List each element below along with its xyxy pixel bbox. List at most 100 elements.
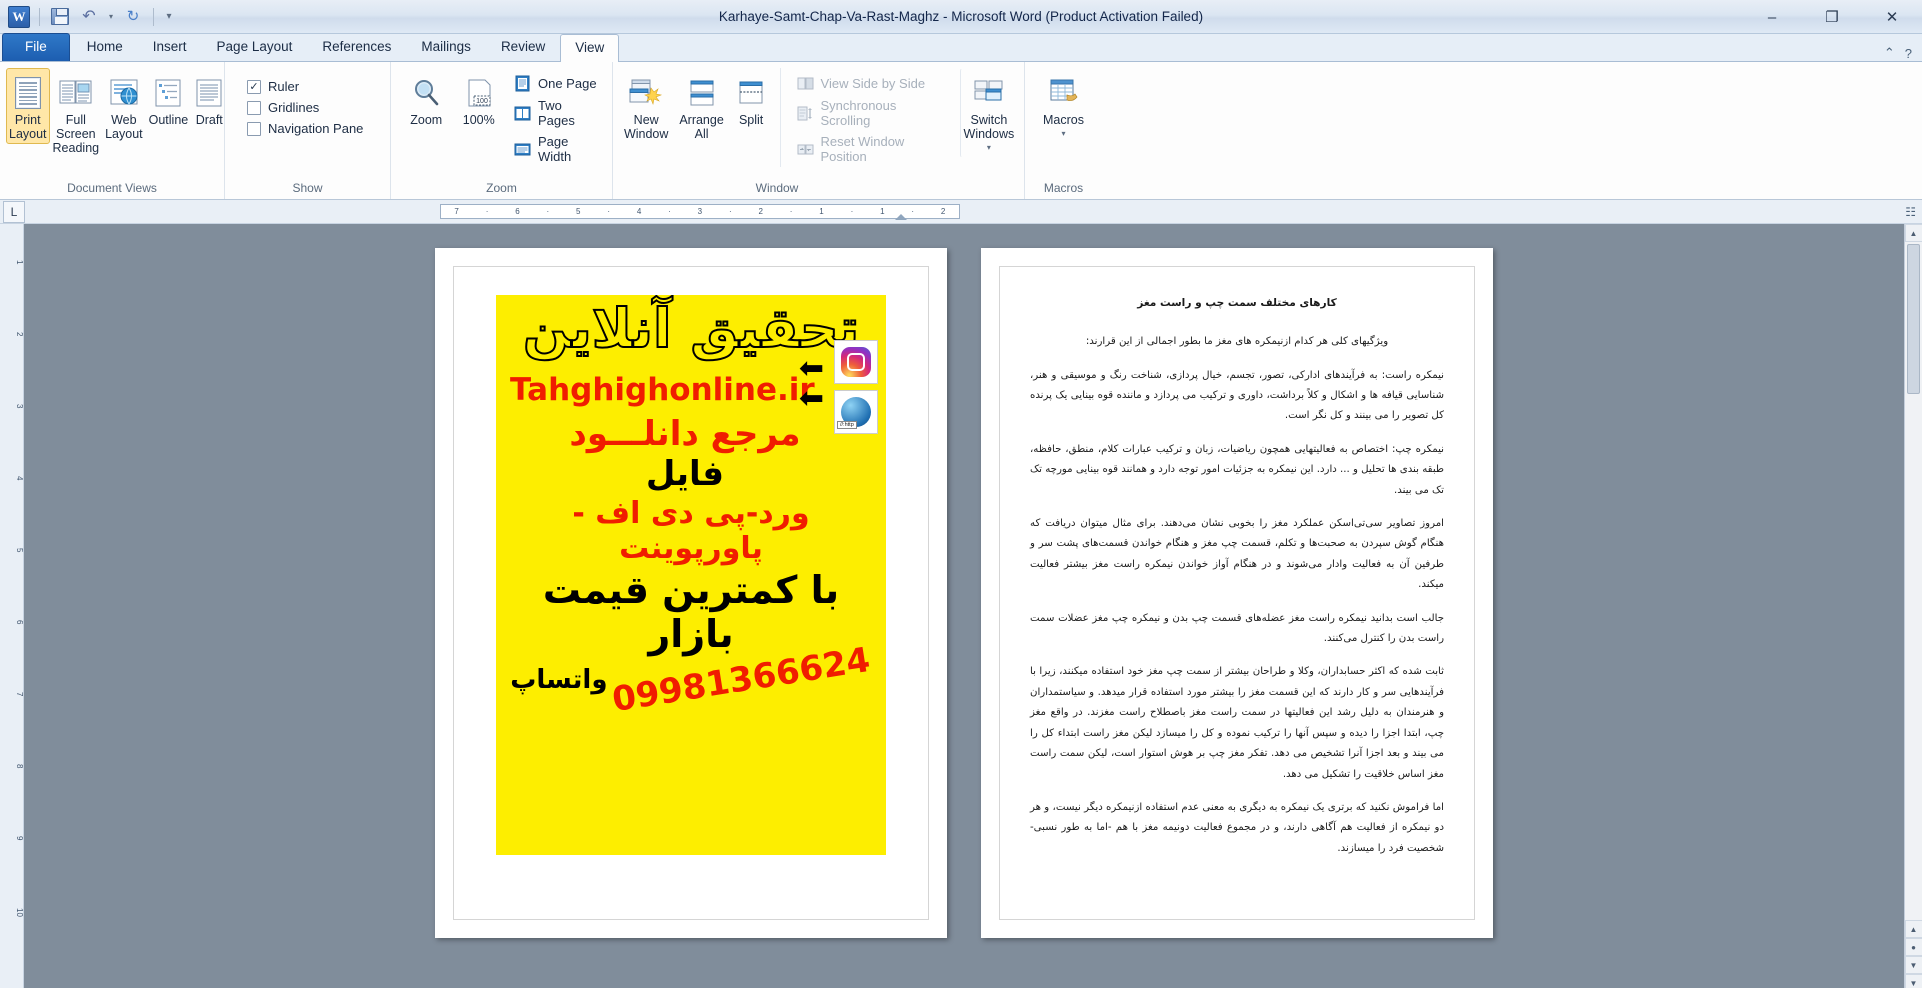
ad-line-4: با کمترین قیمت بازار (542, 567, 840, 656)
close-button[interactable]: ✕ (1862, 0, 1922, 34)
redo-icon[interactable]: ↻ (120, 4, 146, 30)
web-layout-icon (108, 73, 140, 113)
vruler-mark: 8 (15, 764, 24, 769)
undo-dropdown-caret[interactable]: ▾ (105, 4, 117, 30)
vruler-mark: 5 (15, 548, 24, 553)
help-icon[interactable]: ? (1905, 46, 1912, 61)
tab-stop-selector[interactable]: L (3, 200, 25, 223)
ruler-mark: 2 (758, 207, 763, 216)
tab-file[interactable]: File (2, 33, 70, 61)
ribbon: Print Layout Full Screen Reading Web Lay… (0, 62, 1922, 200)
group-label-window: Window (755, 181, 799, 195)
page-width-button[interactable]: Page Width (510, 131, 606, 167)
scrollbar-thumb[interactable] (1907, 244, 1920, 394)
gridlines-checkbox-row[interactable]: Gridlines (243, 97, 323, 118)
instagram-icon[interactable] (834, 339, 878, 384)
tab-insert[interactable]: Insert (138, 33, 202, 61)
new-window-icon (629, 73, 663, 113)
ruler-mark: 1 (880, 207, 885, 216)
arrow-left-icon-2: ⬅ (798, 380, 824, 416)
vertical-ruler[interactable]: 1 2 3 4 5 6 7 8 9 10 (0, 224, 24, 988)
synchronous-scrolling-button: Synchronous Scrolling (793, 95, 953, 131)
navigation-pane-checkbox[interactable] (247, 121, 261, 136)
ruler-checkbox-row[interactable]: ✓ Ruler (243, 76, 303, 97)
document-page-1[interactable]: تحقیق آنلاین Tahghighonline.ir ⬅ ⬅ مرجع … (435, 248, 947, 938)
switch-windows-label: Switch Windows (963, 113, 1015, 141)
ruler-tick: · (728, 207, 732, 216)
ad-headline: تحقیق آنلاین (522, 297, 861, 360)
synchronous-scrolling-label: Synchronous Scrolling (820, 98, 897, 128)
scroll-up-button[interactable]: ▲ (1904, 224, 1922, 242)
ad-contact-row: 09981366624 واتساپ (496, 640, 886, 720)
ad-badges (832, 339, 878, 440)
tab-view[interactable]: View (560, 34, 620, 62)
print-layout-button[interactable]: Print Layout (6, 68, 50, 144)
ruler-checkbox[interactable]: ✓ (247, 79, 261, 94)
macros-button[interactable]: Macros ▾ (1033, 68, 1095, 144)
website-icon[interactable] (834, 389, 878, 434)
tab-home[interactable]: Home (72, 33, 138, 61)
qat-divider (39, 7, 40, 26)
group-label-document-views: Document Views (67, 181, 157, 195)
vruler-mark: 7 (15, 692, 24, 697)
title-bar: W ↶ ▾ ↻ ▾ Karhaye-Samt-Chap-Va-Rast-Magh… (0, 0, 1922, 34)
gridlines-checkbox[interactable] (247, 100, 261, 115)
navigation-pane-checkbox-row[interactable]: Navigation Pane (243, 118, 367, 139)
split-icon (736, 73, 766, 113)
tab-references[interactable]: References (307, 33, 406, 61)
full-screen-reading-button[interactable]: Full Screen Reading (50, 68, 103, 158)
full-screen-reading-label: Full Screen Reading (52, 113, 100, 155)
maximize-button[interactable]: ❐ (1802, 0, 1862, 34)
one-page-button[interactable]: One Page (510, 72, 606, 95)
select-browse-object-button[interactable]: ● (1904, 938, 1922, 956)
arrange-all-button[interactable]: Arrange All (674, 68, 728, 144)
zoom-button[interactable]: Zoom (401, 68, 452, 130)
outline-button[interactable]: Outline (146, 68, 192, 130)
switch-windows-button[interactable]: Switch Windows ▾ (959, 68, 1018, 158)
new-window-button[interactable]: New Window (619, 68, 673, 144)
next-page-button[interactable]: ▼ (1904, 956, 1922, 974)
horizontal-ruler[interactable]: 7 · 6 · 5 · 4 · 3 · 2 · 1 · 1 · 2 (440, 204, 960, 220)
document-work-area: 1 2 3 4 5 6 7 8 9 10 تحقیق آنلاین Tahghi… (0, 224, 1922, 988)
switch-windows-caret[interactable]: ▾ (987, 141, 991, 155)
word-application-icon[interactable]: W (6, 4, 32, 30)
vertical-scrollbar[interactable]: ▲ ▲ ● ▼ ▼ (1904, 224, 1922, 988)
minimize-ribbon-icon[interactable]: ⌃ (1884, 45, 1895, 61)
indent-marker[interactable] (895, 214, 907, 220)
draft-button[interactable]: Draft (191, 68, 227, 130)
document-page-2[interactable]: کارهای مختلف سمت چپ و راست مغز ویژگیهای … (981, 248, 1493, 938)
article-body[interactable]: کارهای مختلف سمت چپ و راست مغز ویژگیهای … (1000, 267, 1474, 859)
ruler-mark: 5 (576, 207, 581, 216)
draft-icon (194, 73, 224, 113)
vruler-mark: 9 (15, 836, 24, 841)
undo-icon[interactable]: ↶ (76, 4, 102, 30)
zoom-100-button[interactable]: 100 100% (454, 68, 505, 130)
tab-mailings[interactable]: Mailings (406, 33, 486, 61)
customize-qat-icon[interactable]: ▾ (161, 4, 177, 30)
group-label-zoom: Zoom (486, 181, 517, 195)
split-button[interactable]: Split (730, 68, 773, 130)
tab-review[interactable]: Review (486, 33, 560, 61)
macros-icon (1048, 73, 1080, 113)
ruler-mark: 7 (454, 207, 459, 216)
ruler-options-icon[interactable]: ☷ (1905, 205, 1922, 219)
group-label-show: Show (292, 181, 323, 195)
save-icon[interactable] (47, 4, 73, 30)
scroll-down-button[interactable]: ▼ (1904, 974, 1922, 988)
macros-label: Macros (1043, 113, 1084, 127)
two-pages-button[interactable]: Two Pages (510, 95, 606, 131)
vruler-mark: 3 (15, 404, 24, 409)
web-layout-button[interactable]: Web Layout (102, 68, 146, 144)
zoom-100-label: 100% (462, 113, 495, 127)
minimize-button[interactable]: – (1742, 0, 1802, 34)
group-label-macros: Macros (1043, 181, 1084, 195)
ruler-tick: · (668, 207, 671, 216)
advertisement-image[interactable]: تحقیق آنلاین Tahghighonline.ir ⬅ ⬅ مرجع … (496, 295, 886, 855)
ruler-tick: · (911, 207, 915, 216)
vruler-mark: 4 (15, 476, 24, 481)
macros-caret[interactable]: ▾ (1061, 127, 1065, 141)
tab-page-layout[interactable]: Page Layout (202, 33, 308, 61)
previous-page-button[interactable]: ▲ (1904, 920, 1922, 938)
ad-line-2: فایل (645, 453, 725, 494)
ruler-tick: · (546, 207, 550, 216)
